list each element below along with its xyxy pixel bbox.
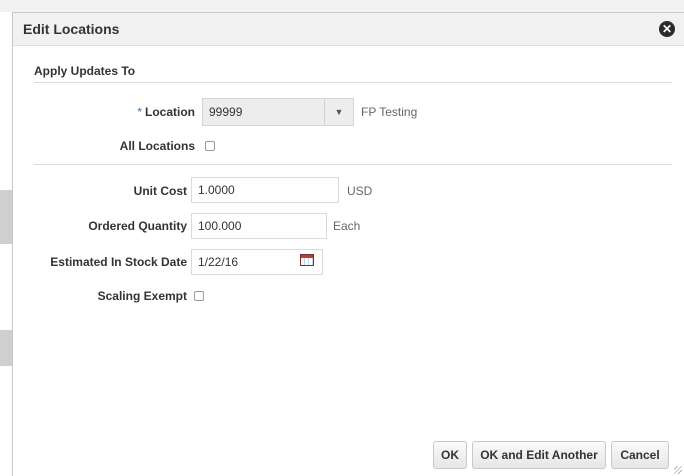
calendar-icon[interactable] — [300, 254, 314, 266]
location-description: FP Testing — [361, 105, 418, 119]
background-page-edge — [0, 330, 12, 366]
unit-cost-input[interactable]: 1.0000 — [191, 177, 339, 203]
form-divider — [34, 164, 672, 165]
dialog-title: Edit Locations — [23, 21, 120, 37]
location-select[interactable]: 99999 ▼ — [202, 98, 354, 126]
location-label: * Location — [137, 105, 195, 119]
all-locations-checkbox[interactable] — [205, 141, 215, 151]
estimated-in-stock-date-label: Estimated In Stock Date — [50, 255, 187, 269]
chevron-down-icon[interactable]: ▼ — [324, 99, 353, 125]
dialog-header: Edit Locations ✕ — [13, 13, 684, 46]
ordered-quantity-input[interactable]: 100.000 — [191, 213, 327, 239]
section-divider — [34, 82, 672, 83]
ordered-quantity-uom: Each — [333, 219, 361, 233]
section-title: Apply Updates To — [34, 64, 136, 78]
cancel-button[interactable]: Cancel — [611, 441, 669, 469]
ok-button[interactable]: OK — [433, 441, 467, 469]
ordered-quantity-label: Ordered Quantity — [88, 219, 187, 233]
unit-cost-label: Unit Cost — [133, 184, 187, 198]
unit-cost-currency: USD — [347, 184, 373, 198]
scaling-exempt-checkbox[interactable] — [194, 291, 204, 301]
background-page-edge — [0, 190, 12, 244]
scaling-exempt-label: Scaling Exempt — [97, 289, 187, 303]
required-indicator: * — [137, 105, 142, 119]
edit-locations-dialog: Edit Locations ✕ Apply Updates To * Locat… — [12, 12, 684, 476]
resize-handle[interactable] — [674, 466, 682, 474]
close-icon[interactable]: ✕ — [659, 21, 675, 37]
all-locations-label: All Locations — [119, 139, 195, 153]
ok-and-edit-another-button[interactable]: OK and Edit Another — [472, 441, 606, 469]
background-page-header — [0, 0, 684, 12]
location-value: 99999 — [209, 105, 243, 119]
